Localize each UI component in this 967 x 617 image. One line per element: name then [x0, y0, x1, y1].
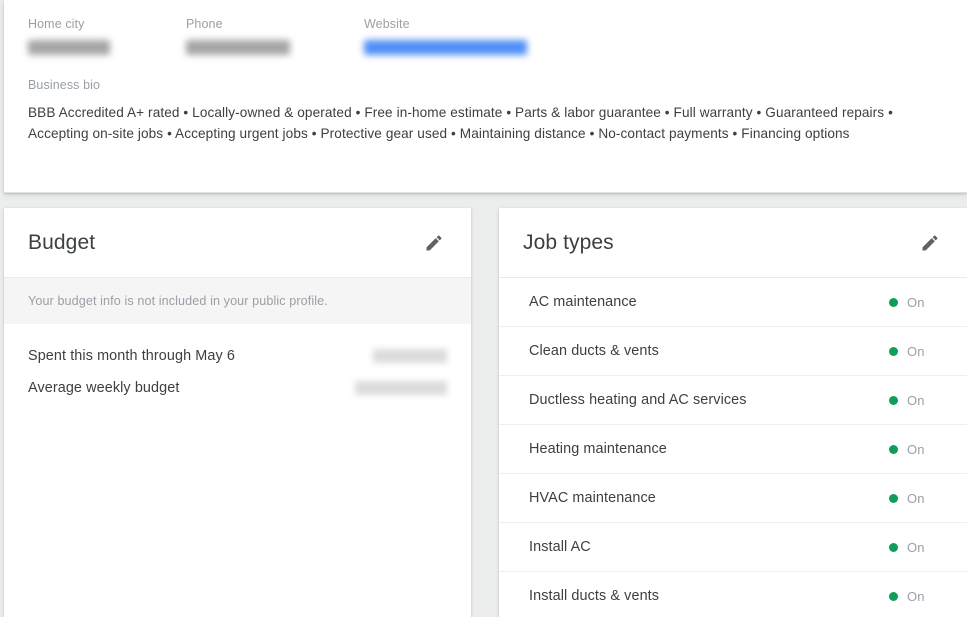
job-type-status-label: On — [907, 441, 925, 457]
budget-row-value-average-weekly-redacted — [355, 381, 447, 395]
job-type-status: On — [889, 491, 943, 506]
job-types-list: AC maintenance On Clean ducts & vents On… — [499, 278, 967, 617]
job-type-name: Install ducts & vents — [529, 588, 660, 604]
field-website: Website — [364, 16, 664, 55]
business-bio-label: Business bio — [28, 78, 101, 92]
job-type-status: On — [889, 393, 943, 408]
budget-row-label-average-weekly: Average weekly budget — [28, 380, 180, 396]
job-type-row[interactable]: Install ducts & vents On — [499, 572, 967, 617]
status-dot-icon — [889, 297, 898, 307]
job-type-name: AC maintenance — [529, 294, 637, 310]
job-type-status-label: On — [907, 588, 925, 604]
job-types-edit-button[interactable] — [915, 228, 945, 258]
job-type-name: Install AC — [529, 539, 591, 555]
business-bio-text: BBB Accredited A+ rated • Locally-owned … — [28, 105, 893, 141]
budget-edit-button[interactable] — [419, 228, 449, 258]
status-dot-icon — [889, 591, 898, 601]
job-type-status-label: On — [907, 392, 925, 408]
job-type-status-label: On — [907, 343, 925, 359]
budget-card-header: Budget — [4, 208, 471, 278]
business-bio-block: Business bio BBB Accredited A+ rated • L… — [28, 77, 943, 144]
field-home-city: Home city — [28, 16, 186, 55]
job-type-row[interactable]: AC maintenance On — [499, 278, 967, 327]
job-type-status: On — [889, 442, 943, 457]
field-label-phone: Phone — [186, 17, 223, 31]
job-type-name: Heating maintenance — [529, 441, 667, 457]
job-types-card-header: Job types — [499, 208, 967, 278]
field-label-website: Website — [364, 17, 410, 31]
job-type-status: On — [889, 540, 943, 555]
pencil-icon — [920, 233, 940, 253]
job-type-row[interactable]: Install AC On — [499, 523, 967, 572]
job-type-row[interactable]: Ductless heating and AC services On — [499, 376, 967, 425]
field-phone: Phone — [186, 16, 364, 55]
status-dot-icon — [889, 493, 898, 503]
pencil-icon — [424, 233, 444, 253]
cards-row: Budget Your budget info is not included … — [4, 208, 967, 617]
status-dot-icon — [889, 346, 898, 356]
budget-row-value-spent-redacted — [373, 349, 447, 363]
job-type-status-label: On — [907, 490, 925, 506]
job-types-card: Job types AC maintenance On Clean ducts … — [499, 208, 967, 617]
profile-card: Home city Phone Website Business bio BBB… — [4, 0, 967, 193]
field-label-home-city: Home city — [28, 17, 85, 31]
status-dot-icon — [889, 542, 898, 552]
field-value-home-city-redacted — [28, 40, 110, 55]
status-dot-icon — [889, 395, 898, 405]
job-type-status-label: On — [907, 539, 925, 555]
budget-row: Average weekly budget — [4, 372, 471, 404]
job-type-status: On — [889, 344, 943, 359]
budget-row: Spent this month through May 6 — [4, 340, 471, 372]
job-type-row[interactable]: Heating maintenance On — [499, 425, 967, 474]
budget-row-label-spent: Spent this month through May 6 — [28, 348, 235, 364]
field-value-phone-redacted — [186, 40, 290, 55]
profile-card-content: Home city Phone Website Business bio BBB… — [4, 0, 967, 144]
field-value-website-redacted-link[interactable] — [364, 40, 527, 55]
job-type-row[interactable]: Clean ducts & vents On — [499, 327, 967, 376]
budget-privacy-notice: Your budget info is not included in your… — [4, 278, 471, 324]
profile-fields-row: Home city Phone Website — [28, 16, 943, 55]
job-type-status-label: On — [907, 294, 925, 310]
status-dot-icon — [889, 444, 898, 454]
budget-card-title: Budget — [28, 230, 96, 254]
job-type-status: On — [889, 295, 943, 310]
budget-card: Budget Your budget info is not included … — [4, 208, 471, 617]
job-type-row[interactable]: HVAC maintenance On — [499, 474, 967, 523]
job-type-name: Ductless heating and AC services — [529, 392, 747, 408]
budget-privacy-notice-text: Your budget info is not included in your… — [28, 294, 328, 308]
job-type-status: On — [889, 589, 943, 604]
job-type-name: Clean ducts & vents — [529, 343, 659, 359]
job-type-name: HVAC maintenance — [529, 490, 656, 506]
job-types-card-title: Job types — [523, 230, 614, 254]
budget-rows: Spent this month through May 6 Average w… — [4, 324, 471, 404]
